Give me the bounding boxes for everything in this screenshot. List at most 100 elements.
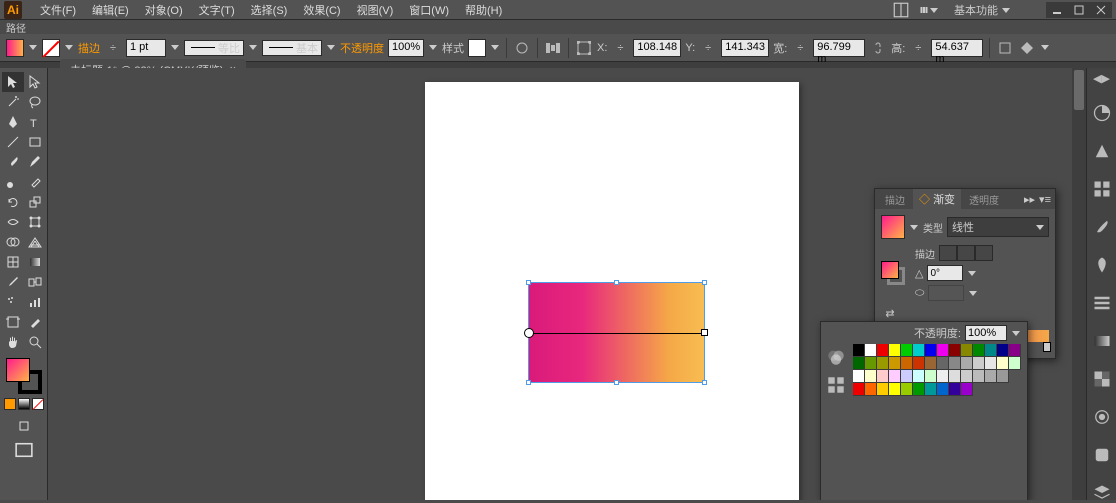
color-panel-icon[interactable] <box>1092 103 1112 123</box>
recolor-icon[interactable] <box>513 39 531 57</box>
swatch-cell[interactable] <box>925 370 937 383</box>
swatch-cell[interactable] <box>913 344 925 357</box>
swatch-cell[interactable] <box>973 344 985 357</box>
arrange-icon[interactable] <box>920 2 938 18</box>
appearance-panel-icon[interactable] <box>1092 407 1112 427</box>
menu-window[interactable]: 窗口(W) <box>401 0 457 20</box>
eraser-tool[interactable] <box>24 172 46 192</box>
isolate-icon[interactable] <box>1018 39 1036 57</box>
swatch-cell[interactable] <box>985 370 997 383</box>
swatch-cell[interactable] <box>997 357 1009 370</box>
x-input[interactable]: 108.148 <box>633 39 681 57</box>
transform-icon[interactable] <box>575 39 593 57</box>
swatch-cell[interactable] <box>913 383 925 396</box>
profile-select[interactable]: 等比 <box>184 40 244 56</box>
color-guide-icon[interactable] <box>1092 141 1112 161</box>
menu-view[interactable]: 视图(V) <box>349 0 402 20</box>
gradient-panel-icon[interactable] <box>1092 331 1112 351</box>
screen-mode-icon[interactable] <box>13 440 35 460</box>
y-input[interactable]: 141.343 <box>721 39 769 57</box>
swatch-cell[interactable] <box>985 344 997 357</box>
brush-select[interactable]: 基本 <box>262 40 322 56</box>
swatch-cell[interactable] <box>889 357 901 370</box>
selected-object[interactable] <box>529 283 704 382</box>
shape-icon[interactable] <box>996 39 1014 57</box>
opacity-label[interactable]: 不透明度 <box>340 40 384 56</box>
swatch-cell[interactable] <box>949 344 961 357</box>
swatch-cell[interactable] <box>937 383 949 396</box>
artboard-tool[interactable] <box>2 312 24 332</box>
close-button[interactable] <box>1090 2 1112 18</box>
menu-object[interactable]: 对象(O) <box>137 0 191 20</box>
aspect-dd[interactable] <box>968 288 978 298</box>
swatch-cell[interactable] <box>853 344 865 357</box>
swatch-cell[interactable] <box>889 370 901 383</box>
blob-brush-tool[interactable] <box>2 172 24 192</box>
swatch-cell[interactable] <box>961 357 973 370</box>
dock-expand-icon[interactable]: ◀▶ <box>1092 72 1112 85</box>
h-stepper[interactable]: ÷ <box>909 39 927 57</box>
blend-tool[interactable] <box>24 272 46 292</box>
maximize-button[interactable] <box>1068 2 1090 18</box>
swatch-cell[interactable] <box>925 357 937 370</box>
gradient-preset-dd[interactable] <box>909 222 919 232</box>
swatches-panel-icon[interactable] <box>1092 179 1112 199</box>
style-dd[interactable] <box>490 43 500 53</box>
menu-file[interactable]: 文件(F) <box>32 0 84 20</box>
swatch-cell[interactable] <box>865 344 877 357</box>
pencil-tool[interactable] <box>24 152 46 172</box>
vertical-scrollbar[interactable] <box>1072 68 1086 500</box>
gradient-preview-swatch[interactable] <box>881 215 905 239</box>
color-mixer-icon[interactable] <box>827 348 845 366</box>
canvas[interactable]: 描边 ◇ 渐变 透明度 ▸▸▾≡ 类型 线性 描边 <box>48 68 1086 500</box>
swatch-cell[interactable] <box>865 383 877 396</box>
slice-tool[interactable] <box>24 312 46 332</box>
layers-panel-icon[interactable] <box>1092 483 1112 503</box>
magic-wand-tool[interactable] <box>2 92 24 112</box>
minimize-button[interactable] <box>1046 2 1068 18</box>
swatch-cell[interactable] <box>901 357 913 370</box>
draw-normal-icon[interactable] <box>13 416 35 436</box>
direct-selection-tool[interactable] <box>24 72 46 92</box>
fill-stroke-indicator[interactable] <box>6 358 42 394</box>
swatch-cell[interactable] <box>925 344 937 357</box>
menu-help[interactable]: 帮助(H) <box>457 0 510 20</box>
column-graph-tool[interactable] <box>24 292 46 312</box>
zoom-tool[interactable] <box>24 332 46 352</box>
swatch-cell[interactable] <box>901 344 913 357</box>
workspace-switcher[interactable]: 基本功能 <box>948 0 1016 20</box>
swatch-cell[interactable] <box>901 370 913 383</box>
menu-text[interactable]: 文字(T) <box>191 0 243 20</box>
panel-tab-transparency[interactable]: 透明度 <box>963 190 1005 209</box>
eyedropper-tool[interactable] <box>2 272 24 292</box>
stroke-swatch[interactable] <box>42 39 60 57</box>
menu-edit[interactable]: 编辑(E) <box>84 0 137 20</box>
rotate-tool[interactable] <box>2 192 24 212</box>
gradient-annotator[interactable] <box>529 333 704 334</box>
swatch-cell[interactable] <box>853 357 865 370</box>
opacity-dd[interactable] <box>428 43 438 53</box>
swatch-cell[interactable] <box>877 357 889 370</box>
width-tool[interactable] <box>2 212 24 232</box>
swatch-cell[interactable] <box>853 383 865 396</box>
swatch-cell[interactable] <box>913 357 925 370</box>
panel-menu-icon[interactable]: ▾≡ <box>1039 193 1051 206</box>
opacity-input[interactable]: 100% <box>388 39 424 57</box>
gradient-tool[interactable] <box>24 252 46 272</box>
stroke-dropdown[interactable] <box>64 43 74 53</box>
w-stepper[interactable]: ÷ <box>791 39 809 57</box>
swatch-grid[interactable] <box>853 344 1021 396</box>
paintbrush-tool[interactable] <box>2 152 24 172</box>
pen-tool[interactable] <box>2 112 24 132</box>
panel-tab-gradient[interactable]: ◇ 渐变 <box>913 189 961 209</box>
angle-dd[interactable] <box>967 268 977 278</box>
swatch-cell[interactable] <box>949 370 961 383</box>
swatch-cell[interactable] <box>925 383 937 396</box>
swatch-cell[interactable] <box>901 383 913 396</box>
stroke-gradient-mode[interactable] <box>939 245 993 261</box>
swatch-cell[interactable] <box>937 370 949 383</box>
color-mode-icon[interactable] <box>4 398 16 410</box>
fill-swatch[interactable] <box>6 39 24 57</box>
shape-builder-tool[interactable] <box>2 232 24 252</box>
symbol-sprayer-tool[interactable] <box>2 292 24 312</box>
